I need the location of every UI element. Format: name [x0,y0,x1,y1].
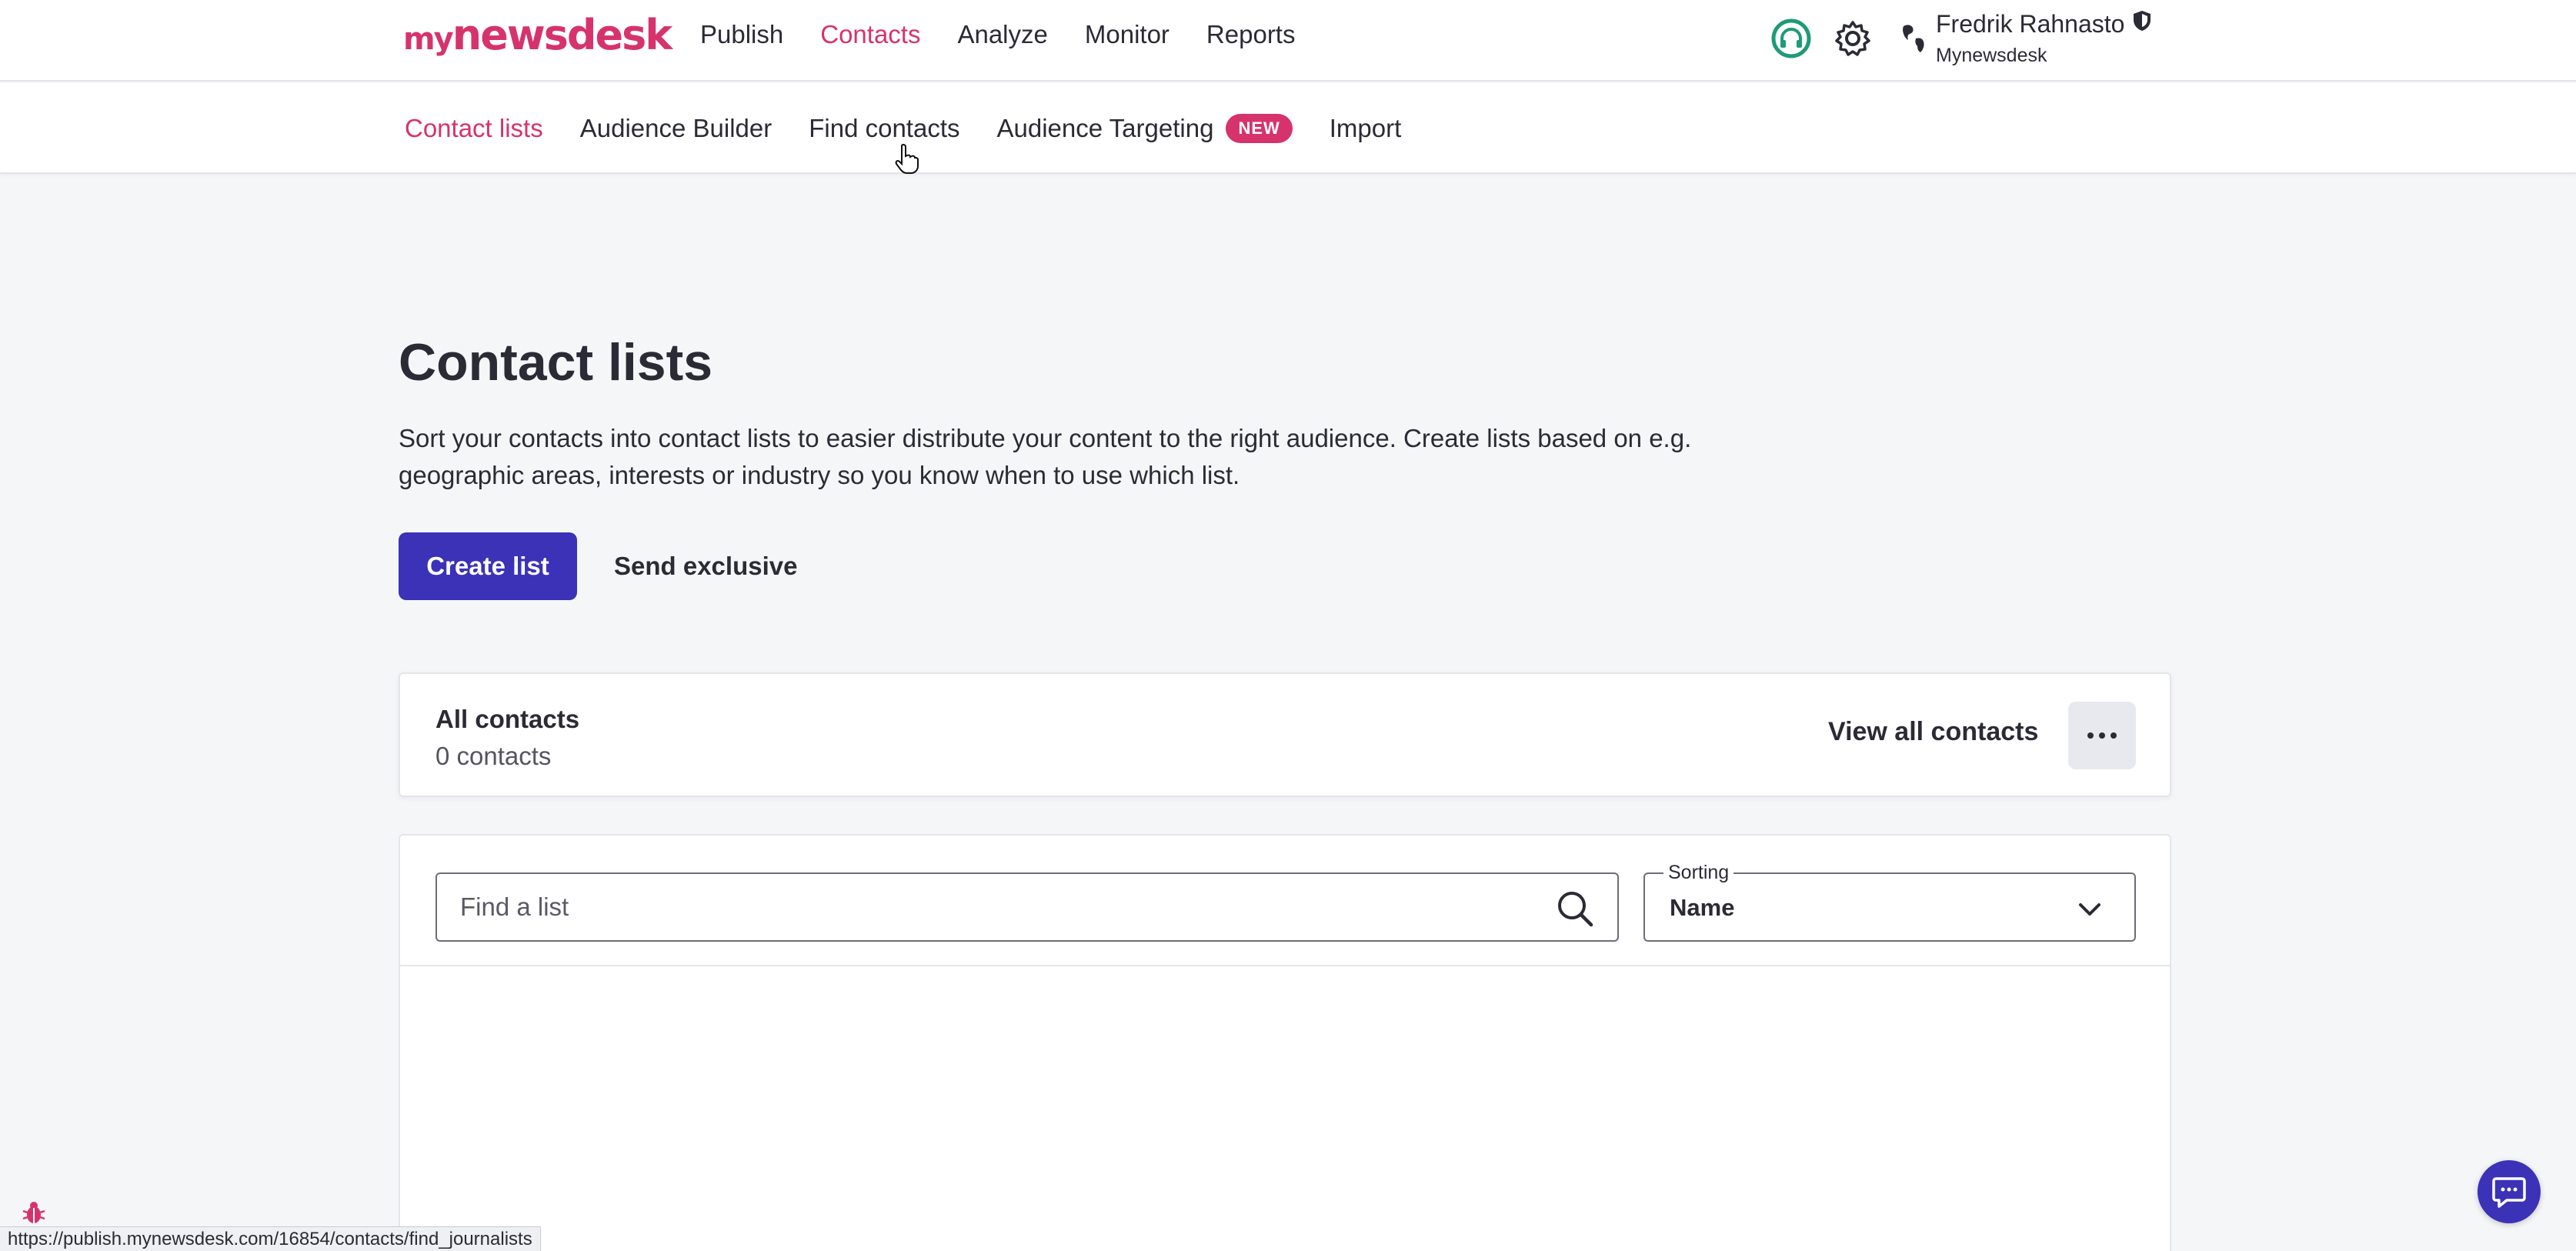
tab-audience-builder[interactable]: Audience Builder [580,114,772,143]
shield-icon [2132,9,2152,38]
list-toolbar: Sorting Name [400,836,2170,966]
top-icons [1770,17,1936,60]
more-options-button[interactable] [2068,702,2136,769]
sorting-select[interactable]: Sorting Name [1643,862,2136,942]
nav-analyze[interactable]: Analyze [957,20,1047,49]
user-menu[interactable]: Fredrik Rahnasto Mynewsdesk [1936,9,2152,67]
find-list-input[interactable] [460,874,1537,940]
user-name: Fredrik Rahnasto [1936,9,2125,38]
nav-publish[interactable]: Publish [700,20,783,49]
search-icon[interactable] [1556,889,1594,928]
create-list-button[interactable]: Create list [399,532,577,600]
nav-monitor[interactable]: Monitor [1085,20,1170,49]
contact-lists-card: Sorting Name [399,834,2171,1251]
status-bar-url: https://publish.mynewsdesk.com/16854/con… [0,1226,541,1251]
view-all-contacts-link[interactable]: View all contacts [1828,717,2038,747]
world-icon[interactable] [1893,17,1936,60]
tab-audience-targeting-label: Audience Targeting [996,114,1214,142]
page-description: Sort your contacts into contact lists to… [399,424,1692,489]
all-contacts-title: All contacts [435,705,580,733]
mynewsdesk-logo[interactable]: my newsdesk [403,11,672,62]
chat-button[interactable] [2478,1160,2541,1223]
nav-contacts[interactable]: Contacts [820,20,920,49]
chevron-down-icon [2076,896,2104,923]
new-badge: NEW [1226,114,1293,143]
top-navigation: my newsdesk Publish Contacts Analyze Moni… [0,0,2576,82]
tab-contact-lists[interactable]: Contact lists [405,114,543,143]
main-menu: Publish Contacts Analyze Monitor Reports [700,20,1295,49]
user-organization: Mynewsdesk [1936,45,2047,66]
tab-audience-targeting[interactable]: Audience Targeting NEW [997,114,1293,143]
tab-find-contacts[interactable]: Find contacts [809,114,959,143]
hand-cursor-icon [894,143,920,178]
all-contacts-card: All contacts 0 contacts View all contact… [399,672,2171,797]
send-exclusive-button[interactable]: Send exclusive [614,532,797,600]
nav-reports[interactable]: Reports [1206,20,1296,49]
sorting-value: Name [1670,894,1735,921]
sorting-label: Sorting [1663,862,1734,884]
gear-icon[interactable] [1831,17,1874,60]
ellipsis-icon [2087,732,2117,739]
sub-navigation: Contact lists Audience Builder Find cont… [0,83,2576,174]
page-title: Contact lists [399,333,713,392]
bug-icon[interactable] [20,1199,48,1226]
tab-import[interactable]: Import [1330,114,1402,143]
find-list-search [435,872,1619,942]
contacts-submenu: Contact lists Audience Builder Find cont… [405,114,1401,143]
headset-icon[interactable] [1770,17,1813,60]
all-contacts-count: 0 contacts [435,742,552,770]
chat-icon [2492,1177,2526,1208]
